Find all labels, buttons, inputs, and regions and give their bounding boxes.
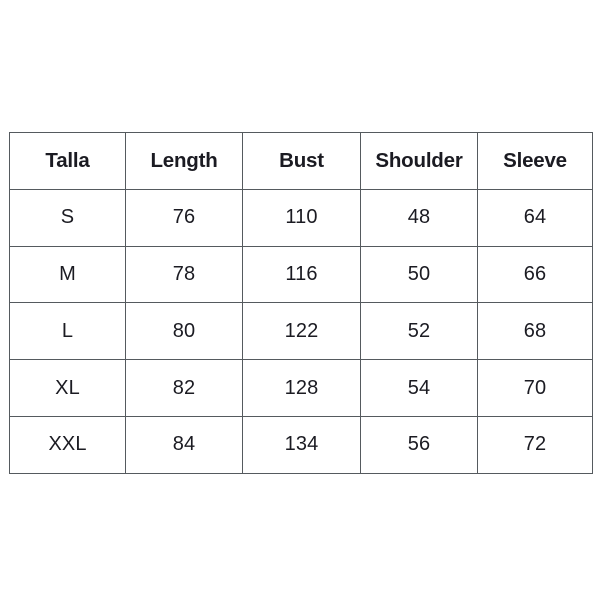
cell-shoulder: 56 (360, 415, 478, 474)
size-chart-container: Talla Length Bust Shoulder Sleeve S 76 1… (9, 132, 593, 474)
cell-sleeve: 64 (477, 188, 593, 247)
cell-shoulder: 48 (360, 188, 478, 247)
table-row: S 76 110 48 64 (9, 188, 593, 247)
table-row: M 78 116 50 66 (9, 245, 593, 304)
cell-shoulder: 54 (360, 359, 478, 417)
table-row: L 80 122 52 68 (9, 302, 593, 361)
table-row: XL 82 128 54 70 (9, 359, 593, 417)
cell-bust: 122 (242, 302, 361, 361)
cell-sleeve: 72 (477, 415, 593, 474)
cell-size: M (9, 245, 126, 304)
table-row: XXL 84 134 56 72 (9, 415, 593, 474)
cell-sleeve: 68 (477, 302, 593, 361)
column-header-shoulder: Shoulder (360, 132, 478, 190)
cell-size: XL (9, 359, 126, 417)
cell-sleeve: 70 (477, 359, 593, 417)
column-header-sleeve: Sleeve (477, 132, 593, 190)
cell-length: 80 (125, 302, 243, 361)
cell-shoulder: 50 (360, 245, 478, 304)
cell-bust: 116 (242, 245, 361, 304)
cell-length: 84 (125, 415, 243, 474)
column-header-talla: Talla (9, 132, 126, 190)
table-header-row: Talla Length Bust Shoulder Sleeve (9, 132, 593, 190)
cell-bust: 134 (242, 415, 361, 474)
cell-bust: 128 (242, 359, 361, 417)
column-header-length: Length (125, 132, 243, 190)
size-chart-table: Talla Length Bust Shoulder Sleeve S 76 1… (9, 132, 593, 474)
cell-size: XXL (9, 415, 126, 474)
cell-length: 76 (125, 188, 243, 247)
cell-length: 78 (125, 245, 243, 304)
cell-bust: 110 (242, 188, 361, 247)
cell-size: S (9, 188, 126, 247)
cell-sleeve: 66 (477, 245, 593, 304)
cell-length: 82 (125, 359, 243, 417)
cell-shoulder: 52 (360, 302, 478, 361)
column-header-bust: Bust (242, 132, 361, 190)
cell-size: L (9, 302, 126, 361)
